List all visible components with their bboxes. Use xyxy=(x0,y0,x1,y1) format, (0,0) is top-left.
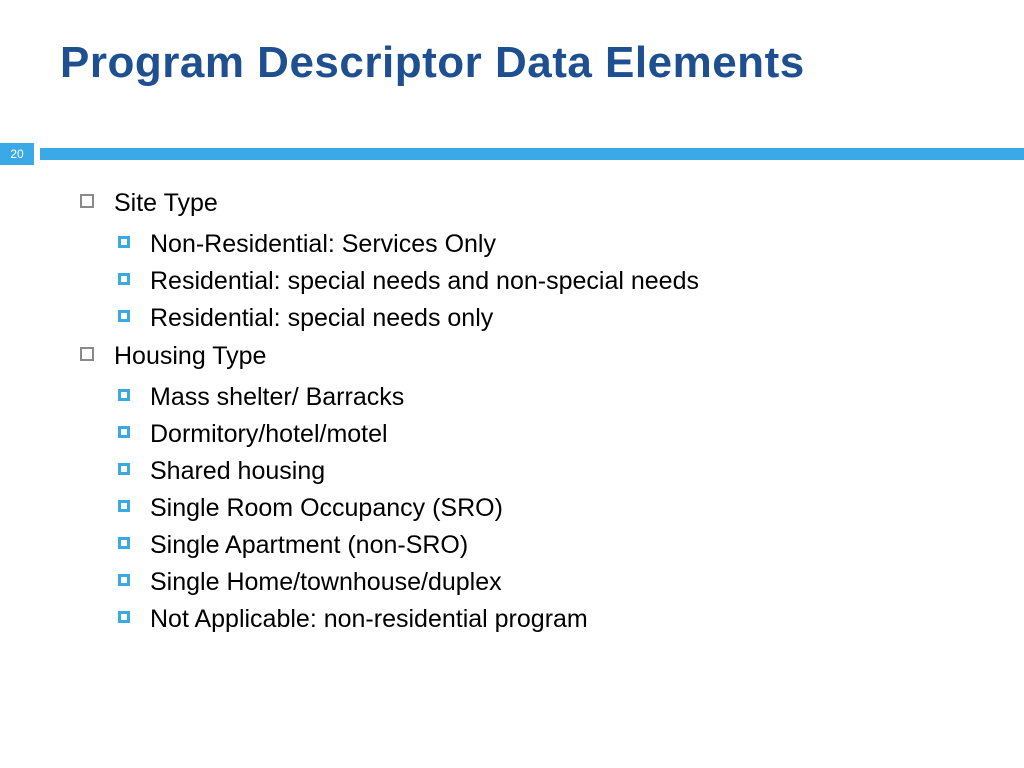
sublist: Mass shelter/ Barracks Dormitory/hotel/m… xyxy=(118,380,984,637)
list-text: Dormitory/hotel/motel xyxy=(150,417,388,452)
list-item: Single Room Occupancy (SRO) xyxy=(118,491,984,526)
list-item: Single Apartment (non-SRO) xyxy=(118,528,984,563)
list-item: Residential: special needs only xyxy=(118,301,984,336)
list-item: Site Type xyxy=(80,187,984,221)
list-item: Residential: special needs and non-speci… xyxy=(118,264,984,299)
list-text: Mass shelter/ Barracks xyxy=(150,380,404,415)
list-item: Housing Type xyxy=(80,340,984,374)
content-area: Site Type Non-Residential: Services Only… xyxy=(80,187,984,641)
square-bullet-icon xyxy=(118,389,130,401)
list-heading: Housing Type xyxy=(114,340,266,374)
sublist: Non-Residential: Services Only Residenti… xyxy=(118,227,984,336)
list-text: Shared housing xyxy=(150,454,325,489)
list-item: Mass shelter/ Barracks xyxy=(118,380,984,415)
list-text: Single Apartment (non-SRO) xyxy=(150,528,468,563)
list-item: Shared housing xyxy=(118,454,984,489)
list-item: Single Home/townhouse/duplex xyxy=(118,565,984,600)
list-text: Single Home/townhouse/duplex xyxy=(150,565,502,600)
square-bullet-icon xyxy=(118,310,130,322)
list-heading: Site Type xyxy=(114,187,218,221)
page-number-badge: 20 xyxy=(0,143,34,165)
square-bullet-icon xyxy=(80,347,94,361)
list-text: Residential: special needs only xyxy=(150,301,493,336)
square-bullet-icon xyxy=(118,463,130,475)
page-title: Program Descriptor Data Elements xyxy=(60,38,805,88)
list-text: Not Applicable: non-residential program xyxy=(150,602,588,637)
list-text: Non-Residential: Services Only xyxy=(150,227,496,262)
square-bullet-icon xyxy=(118,537,130,549)
square-bullet-icon xyxy=(80,194,94,208)
list-item: Not Applicable: non-residential program xyxy=(118,602,984,637)
square-bullet-icon xyxy=(118,236,130,248)
list-text: Residential: special needs and non-speci… xyxy=(150,264,699,299)
square-bullet-icon xyxy=(118,574,130,586)
divider-bar xyxy=(40,148,1024,160)
list-item: Dormitory/hotel/motel xyxy=(118,417,984,452)
list-item: Non-Residential: Services Only xyxy=(118,227,984,262)
square-bullet-icon xyxy=(118,426,130,438)
square-bullet-icon xyxy=(118,273,130,285)
square-bullet-icon xyxy=(118,611,130,623)
list-text: Single Room Occupancy (SRO) xyxy=(150,491,503,526)
square-bullet-icon xyxy=(118,500,130,512)
